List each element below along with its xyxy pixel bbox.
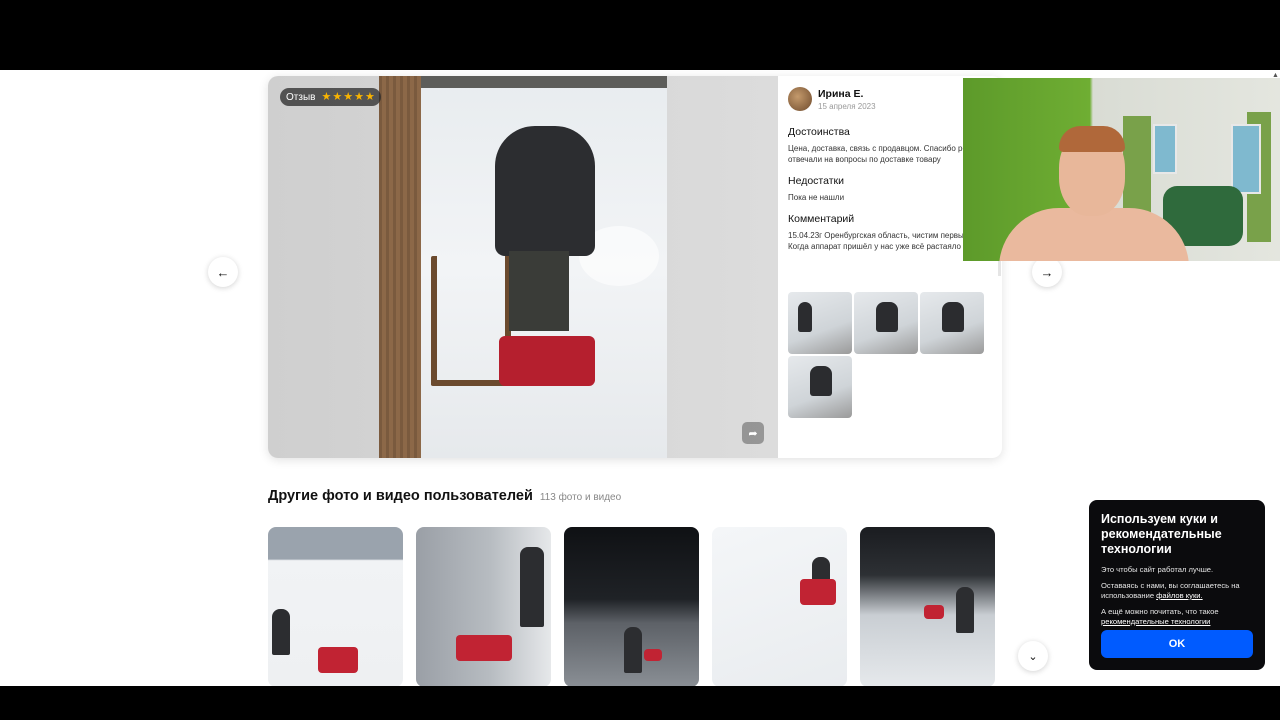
recommendation-tech-link[interactable]: рекомендательные технологии <box>1101 617 1210 626</box>
star-icon: ★ <box>364 90 375 103</box>
review-badge-label: Отзыв <box>286 91 316 103</box>
next-review-button[interactable]: → <box>1032 257 1062 287</box>
user-media-gallery <box>268 527 995 686</box>
gallery-more-button[interactable]: ⌄ <box>1018 641 1048 671</box>
share-button[interactable]: ➦ <box>742 422 764 444</box>
cookie-text-1: Это чтобы сайт работал лучше. <box>1101 565 1214 574</box>
gallery-count: 113 фото и видео <box>539 492 622 503</box>
gallery-item[interactable] <box>268 527 403 686</box>
cons-title: Недостатки <box>788 175 844 187</box>
review-photo[interactable] <box>379 76 667 458</box>
review-thumbnail[interactable] <box>788 292 852 354</box>
product-reviews-page: ← Отзыв ★ ★ ★ ★ ★ ➦ Ирина Е. 15 апреля 2… <box>0 70 1280 686</box>
gallery-item[interactable] <box>564 527 699 686</box>
review-viewer: Отзыв ★ ★ ★ ★ ★ ➦ Ирина Е. 15 апреля 202 <box>268 76 1002 458</box>
prev-review-button[interactable]: ← <box>208 257 238 287</box>
review-badge: Отзыв ★ ★ ★ ★ ★ <box>280 88 381 106</box>
review-thumbnail[interactable] <box>920 292 984 354</box>
cookie-title: Используем куки и рекомендательные техно… <box>1101 512 1222 556</box>
review-thumbnail[interactable] <box>788 356 852 418</box>
share-icon: ➦ <box>748 427 758 440</box>
cookie-text-2: Оставаясь с нами, вы соглашаетесь на исп… <box>1101 581 1253 601</box>
arrow-right-icon: → <box>1040 264 1054 280</box>
gallery-heading: Другие фото и видео пользователей <box>268 488 533 504</box>
review-thumbnail[interactable] <box>854 292 918 354</box>
author-name: Ирина Е. <box>818 87 864 100</box>
cookie-files-link[interactable]: файлов куки. <box>1156 591 1202 600</box>
comment-title: Комментарий <box>788 213 855 225</box>
cookie-text-3-prefix: А ещё можно почитать, что такое <box>1101 607 1219 616</box>
rating-stars: ★ ★ ★ ★ ★ <box>321 90 375 103</box>
pros-title: Достоинства <box>788 126 850 138</box>
review-thumbnails <box>788 292 988 418</box>
star-icon: ★ <box>321 90 332 103</box>
star-icon: ★ <box>332 90 343 103</box>
gallery-item[interactable] <box>860 527 995 686</box>
arrow-left-icon: ← <box>216 264 230 280</box>
cookie-text-3: А ещё можно почитать, что такое рекоменд… <box>1101 607 1253 627</box>
chevron-down-icon: ⌄ <box>1028 650 1038 663</box>
bottom-black-bar <box>0 686 1280 720</box>
review-author: Ирина Е. 15 апреля 2023 <box>788 86 992 112</box>
review-date: 15 апреля 2023 <box>818 101 876 111</box>
cookie-banner: Используем куки и рекомендательные техно… <box>1089 500 1265 670</box>
gallery-item[interactable] <box>416 527 551 686</box>
page-scrollbar[interactable]: ▲ <box>1272 72 1279 82</box>
avatar <box>788 87 812 111</box>
star-icon: ★ <box>343 90 354 103</box>
review-media: Отзыв ★ ★ ★ ★ ★ ➦ <box>268 76 778 458</box>
star-icon: ★ <box>354 90 364 103</box>
gallery-item[interactable] <box>712 527 847 686</box>
cookie-ok-button[interactable]: OK <box>1101 630 1253 658</box>
webcam-overlay <box>963 78 1280 261</box>
gallery-header: Другие фото и видео пользователей 113 фо… <box>268 488 621 504</box>
